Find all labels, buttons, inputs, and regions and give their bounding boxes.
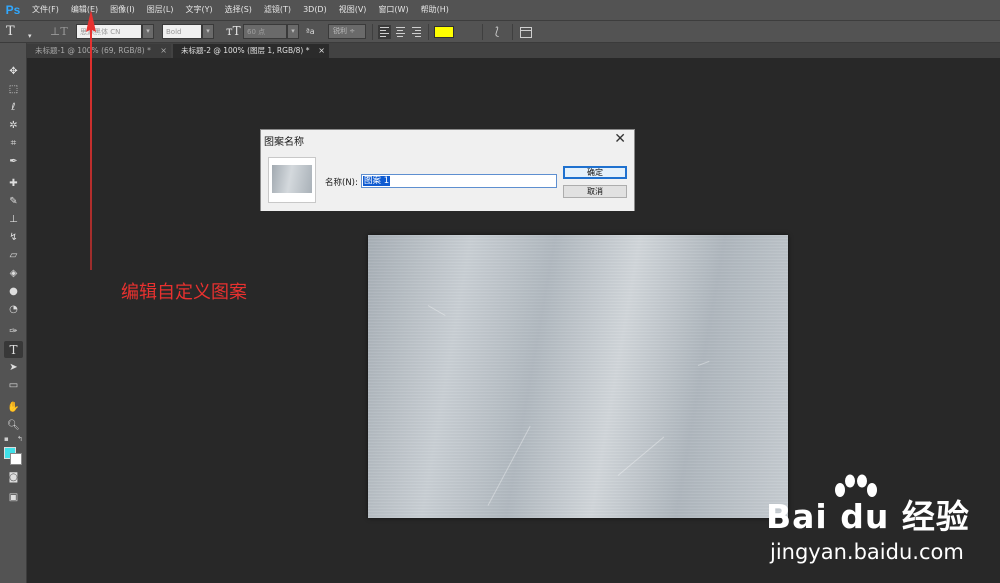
pattern-preview-image	[272, 165, 312, 193]
canvas-image-brushed-metal[interactable]	[368, 235, 788, 518]
name-label: 名称(N):	[325, 178, 358, 188]
eyedropper-tool-icon[interactable]: ✒	[4, 153, 23, 170]
align-right-icon[interactable]	[410, 25, 423, 39]
healing-brush-tool-icon[interactable]: ✚	[4, 175, 23, 192]
eraser-tool-icon[interactable]: ▱	[4, 247, 23, 264]
crop-tool-icon[interactable]: ⌗	[4, 135, 23, 152]
tools-panel: ✥ ⬚ ℓ ✲ ⌗ ✒ ✚ ✎ ⊥ ↯ ▱ ◈ ● ◔ ✑ T ➤ ▭ ✋ 🔍︎…	[0, 43, 27, 583]
dialog-title: 图案名称	[264, 137, 304, 148]
clone-stamp-tool-icon[interactable]: ⊥	[4, 211, 23, 228]
photoshop-logo[interactable]: Ps	[0, 0, 26, 20]
menu-image[interactable]: 图像(I)	[104, 0, 141, 20]
menu-type[interactable]: 文字(Y)	[179, 0, 218, 20]
background-color-swatch[interactable]	[10, 453, 22, 465]
font-size-icon: ᴛT	[226, 24, 241, 38]
tab-label: 未标题-2 @ 100% (图层 1, RGB/8) *	[181, 46, 310, 55]
font-size-dropdown-icon[interactable]: ▾	[287, 24, 299, 39]
text-tool-preset-icon[interactable]: T ▾	[6, 24, 46, 40]
align-left-icon[interactable]	[378, 25, 391, 39]
pattern-name-dialog: 图案名称 ✕ 名称(N): 图案 1 确定 取消	[260, 129, 635, 211]
close-icon[interactable]: ✕	[614, 131, 626, 147]
move-tool-icon[interactable]: ✥	[4, 63, 23, 80]
pattern-name-input[interactable]: 图案 1	[361, 174, 557, 188]
tab-document-2[interactable]: 未标题-2 @ 100% (图层 1, RGB/8) * ×	[173, 44, 329, 58]
menu-window[interactable]: 窗口(W)	[372, 0, 414, 20]
blur-tool-icon[interactable]: ●	[4, 283, 23, 300]
separator	[482, 24, 483, 40]
baidu-jingyan-watermark: Bai du 经验 jingyan.baidu.com	[766, 470, 998, 582]
text-color-swatch[interactable]	[434, 26, 454, 38]
zoom-tool-icon[interactable]: 🔍︎	[4, 417, 23, 434]
align-center-icon[interactable]	[394, 25, 407, 39]
marquee-tool-icon[interactable]: ⬚	[4, 81, 23, 98]
menu-3d[interactable]: 3D(D)	[297, 0, 333, 20]
quick-mask-icon[interactable]: ◙	[4, 469, 23, 486]
brush-tool-icon[interactable]: ✎	[4, 193, 23, 210]
menu-bar: Ps 文件(F) 编辑(E) 图像(I) 图层(L) 文字(Y) 选择(S) 滤…	[0, 0, 1000, 20]
default-colors-icon[interactable]: ▪	[4, 435, 9, 443]
scratch-mark	[697, 360, 710, 366]
pattern-name-value: 图案 1	[363, 176, 391, 186]
antialias-dropdown-icon: ÷	[349, 27, 356, 35]
tab-document-1[interactable]: 未标题-1 @ 100% (69, RGB/8) * ×	[27, 44, 171, 58]
font-style-field[interactable]: Bold	[162, 24, 202, 39]
close-tab-icon[interactable]: ×	[318, 44, 325, 57]
scratch-mark	[427, 305, 446, 316]
options-bar: T ▾ ⊥T 思源黑体 CN ▾ Bold ▾ ᴛT 60 点 ▾ ªa 锐利 ÷…	[0, 20, 1000, 43]
swap-colors-icon[interactable]: ↰	[17, 435, 23, 443]
antialias-dropdown[interactable]: 锐利 ÷	[328, 24, 366, 39]
history-brush-tool-icon[interactable]: ↯	[4, 229, 23, 246]
pen-tool-icon[interactable]: ✑	[4, 323, 23, 340]
separator	[372, 24, 373, 40]
dodge-tool-icon[interactable]: ◔	[4, 301, 23, 318]
menu-file[interactable]: 文件(F)	[26, 0, 65, 20]
document-tab-bar: 未标题-1 @ 100% (69, RGB/8) * × 未标题-2 @ 100%…	[27, 43, 1000, 58]
menu-layer[interactable]: 图层(L)	[141, 0, 180, 20]
scratch-mark	[487, 425, 531, 506]
scratch-mark	[617, 436, 665, 476]
menu-help[interactable]: 帮助(H)	[415, 0, 455, 20]
type-tool-icon[interactable]: T	[4, 341, 23, 358]
red-arrow-annotation	[86, 10, 96, 270]
menu-select[interactable]: 选择(S)	[219, 0, 258, 20]
rectangle-tool-icon[interactable]: ▭	[4, 377, 23, 394]
antialias-value: 锐利	[333, 27, 347, 35]
watermark-brand: Bai du 经验	[766, 497, 970, 536]
dialog-body: 名称(N): 图案 1 确定 取消	[261, 151, 634, 211]
menu-view[interactable]: 视图(V)	[333, 0, 373, 20]
menu-filter[interactable]: 滤镜(T)	[258, 0, 297, 20]
magic-wand-tool-icon[interactable]: ✲	[4, 117, 23, 134]
menu-edit[interactable]: 编辑(E)	[65, 0, 104, 20]
font-size-field[interactable]: 60 点	[243, 24, 287, 39]
paint-bucket-tool-icon[interactable]: ◈	[4, 265, 23, 282]
cancel-button[interactable]: 取消	[563, 185, 627, 198]
font-family-dropdown-icon[interactable]: ▾	[142, 24, 154, 39]
separator	[512, 24, 513, 40]
hand-tool-icon[interactable]: ✋	[4, 399, 23, 416]
close-tab-icon[interactable]: ×	[160, 44, 167, 57]
antialias-icon: ªa	[306, 27, 315, 36]
path-selection-tool-icon[interactable]: ➤	[4, 359, 23, 376]
lasso-tool-icon[interactable]: ℓ	[4, 99, 23, 116]
toggle-orientation-icon[interactable]: ⊥T	[50, 24, 68, 39]
font-style-dropdown-icon[interactable]: ▾	[202, 24, 214, 39]
watermark-url: jingyan.baidu.com	[770, 540, 964, 564]
ok-button[interactable]: 确定	[563, 166, 627, 179]
screen-mode-icon[interactable]: ▣	[4, 489, 23, 506]
pattern-thumbnail	[268, 157, 316, 203]
separator	[428, 24, 429, 40]
character-panel-icon[interactable]	[520, 27, 532, 38]
annotation-text: 编辑自定义图案	[121, 282, 247, 303]
warp-text-icon[interactable]: ⟅	[490, 24, 504, 39]
